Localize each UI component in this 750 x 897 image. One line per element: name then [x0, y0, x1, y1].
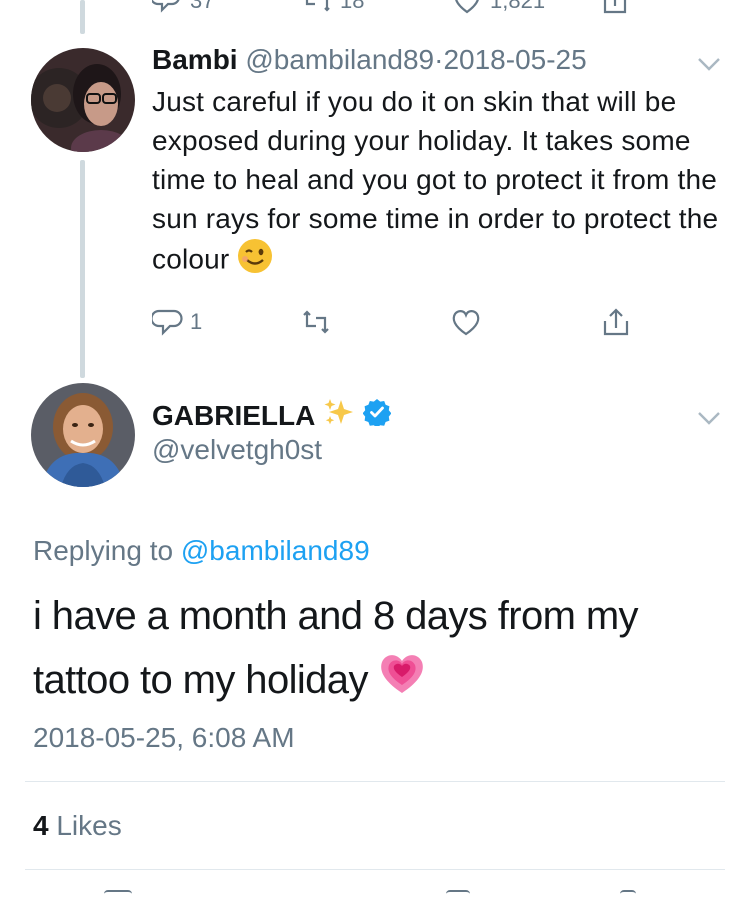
tweet-body: i have a month and 8 days from my tattoo… — [33, 584, 723, 714]
tweet-more-button[interactable] — [696, 410, 722, 426]
prev-like-button[interactable]: 1,821 — [452, 0, 545, 16]
reply-actions: 1 — [152, 306, 652, 346]
thread-line-bottom — [80, 160, 85, 378]
chevron-down-icon — [698, 412, 720, 425]
prev-like-count: 1,821 — [490, 0, 546, 13]
prev-share-button[interactable] — [600, 0, 630, 16]
replying-to: Replying to @bambiland89 — [33, 535, 370, 567]
sparkles-icon — [323, 396, 355, 435]
thread-line-top — [80, 0, 85, 34]
reply-date: 2018-05-25 — [443, 44, 587, 75]
previous-tweet-actions: 37 18 1,821 — [152, 0, 652, 16]
reply-icon — [152, 309, 183, 336]
avatar-image — [31, 383, 135, 487]
heart-icon[interactable] — [446, 890, 470, 894]
prev-retweet-button[interactable]: 18 — [302, 0, 364, 16]
retweet-icon — [305, 0, 330, 12]
tweet-author-name-row: GABRIELLA — [152, 396, 392, 435]
reply-body: Just careful if you do it on skin that w… — [152, 82, 732, 284]
reply-icon[interactable] — [104, 890, 132, 894]
avatar-image — [31, 48, 135, 152]
reply-like-button[interactable] — [450, 306, 482, 338]
reply-header: Bambi @bambiland89·2018-05-25 — [152, 44, 587, 76]
reply-author-name[interactable]: Bambi — [152, 44, 238, 75]
reply-reply-count: 1 — [190, 309, 203, 334]
avatar-bambi[interactable] — [31, 48, 135, 152]
growing-heart-icon — [378, 650, 426, 714]
share-icon — [603, 308, 629, 336]
reply-share-button[interactable] — [600, 306, 632, 338]
verified-badge-icon — [362, 398, 392, 433]
reply-retweet-button[interactable] — [300, 306, 332, 338]
tweet-text: i have a month and 8 days from my tattoo… — [33, 594, 639, 702]
heart-icon — [455, 0, 479, 14]
likes-summary[interactable]: 4 Likes — [33, 810, 122, 842]
likes-label: Likes — [56, 810, 122, 841]
heart-icon — [452, 310, 480, 336]
avatar-gabriella[interactable] — [31, 383, 135, 487]
replying-handle-link[interactable]: @bambiland89 — [181, 535, 370, 566]
reply-more-button[interactable] — [696, 56, 722, 72]
retweet-icon — [303, 310, 329, 334]
divider — [25, 869, 725, 870]
tweet-author-handle[interactable]: @velvetgh0st — [152, 434, 322, 466]
prev-retweet-count: 18 — [340, 0, 365, 13]
likes-count: 4 — [33, 810, 49, 841]
prev-reply-button[interactable]: 37 — [152, 0, 214, 16]
reply-icon — [152, 0, 180, 13]
replying-prefix: Replying to — [33, 535, 174, 566]
reply-author-handle[interactable]: @bambiland89 — [245, 44, 434, 75]
reply-reply-button[interactable]: 1 — [152, 306, 202, 338]
divider — [25, 781, 725, 782]
share-icon[interactable] — [620, 890, 636, 894]
share-icon — [603, 0, 627, 14]
prev-reply-count: 37 — [190, 0, 215, 13]
winking-face-icon — [237, 238, 273, 284]
tweet-actions-peek — [0, 890, 750, 897]
tweet-author-name[interactable]: GABRIELLA — [152, 400, 315, 432]
chevron-down-icon — [698, 58, 720, 71]
tweet-timestamp: 2018-05-25, 6:08 AM — [33, 722, 295, 753]
